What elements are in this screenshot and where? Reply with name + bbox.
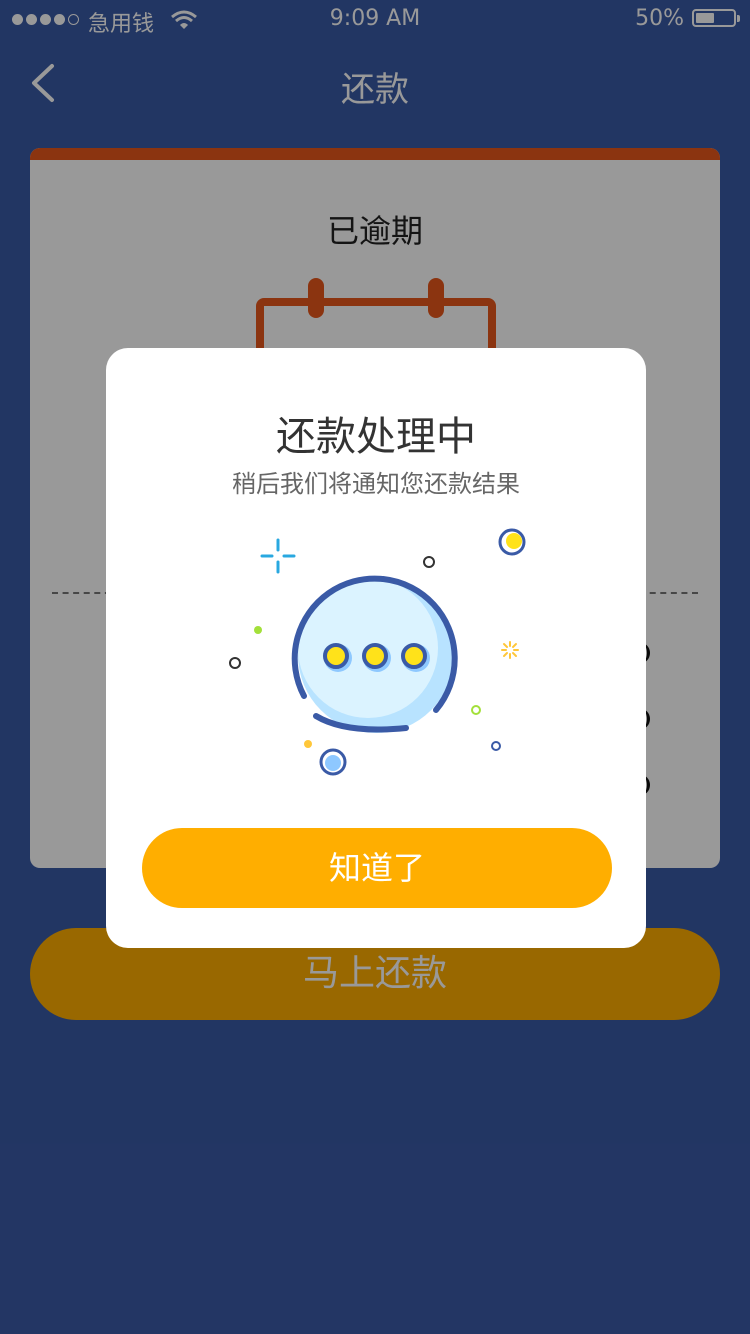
dialog-subtitle: 稍后我们将通知您还款结果 xyxy=(232,470,520,498)
dialog-title: 还款处理中 xyxy=(276,414,476,460)
acknowledge-button[interactable]: 知道了 xyxy=(142,828,612,908)
processing-dialog: 还款处理中 稍后我们将通知您还款结果 知道了 xyxy=(106,348,646,948)
processing-chat-bubble-icon xyxy=(229,528,526,776)
